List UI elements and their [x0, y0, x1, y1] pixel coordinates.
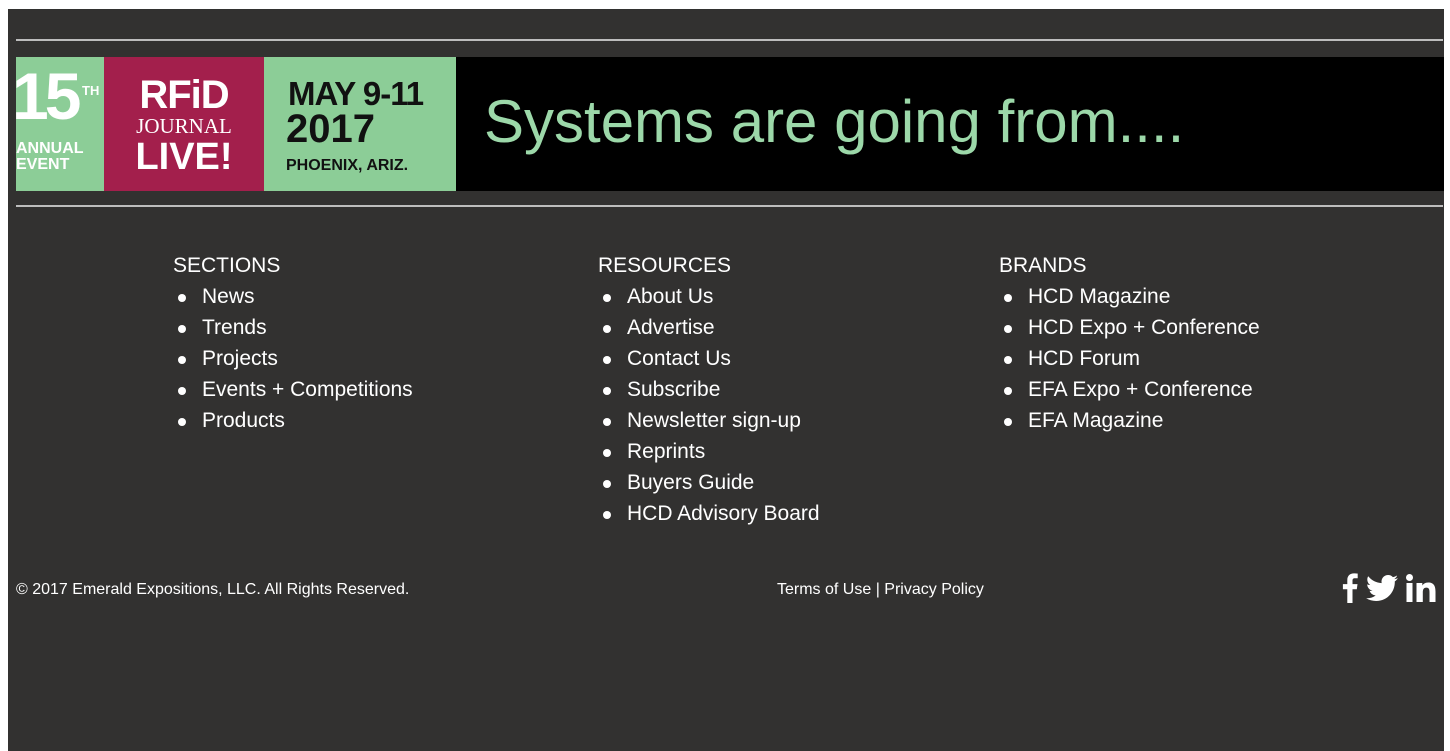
sections-link-projects[interactable]: Projects: [202, 347, 278, 370]
resources-column: RESOURCES About Us Advertise Contact Us …: [598, 249, 820, 529]
resources-link-about[interactable]: About Us: [627, 285, 713, 308]
brands-column: BRANDS HCD Magazine HCD Expo + Conferenc…: [999, 249, 1260, 436]
resources-list: About Us Advertise Contact Us Subscribe …: [598, 281, 820, 529]
banner-brand-bottom: LIVE!: [135, 136, 233, 178]
brands-list: HCD Magazine HCD Expo + Conference HCD F…: [999, 281, 1260, 436]
sections-column: SECTIONS News Trends Projects Events + C…: [173, 249, 413, 436]
bullet-icon: [603, 325, 611, 333]
bullet-icon: [178, 325, 186, 333]
bullet-icon: [1004, 294, 1012, 302]
bullet-icon: [603, 418, 611, 426]
list-item: HCD Forum: [999, 343, 1260, 374]
list-item: About Us: [598, 281, 820, 312]
list-item: Events + Competitions: [173, 374, 413, 405]
banner-number-suffix: TH: [82, 83, 100, 98]
bullet-icon: [178, 418, 186, 426]
banner-date-block: MAY 9-11 2017 PHOENIX, ARIZ.: [264, 57, 456, 191]
bullet-icon: [1004, 356, 1012, 364]
brands-link-efa-magazine[interactable]: EFA Magazine: [1028, 409, 1163, 432]
sections-list: News Trends Projects Events + Competitio…: [173, 281, 413, 436]
list-item: Trends: [173, 312, 413, 343]
resources-link-advisory-board[interactable]: HCD Advisory Board: [627, 502, 820, 525]
divider-top: [16, 39, 1443, 41]
social-links: [1342, 570, 1436, 606]
list-item: Buyers Guide: [598, 467, 820, 498]
banner-brand-top: RFiD: [139, 73, 229, 117]
list-item: Reprints: [598, 436, 820, 467]
site-footer: 15 TH ANNUAL EVENT RFiD JOURNAL LIVE! MA…: [8, 9, 1444, 751]
bullet-icon: [603, 511, 611, 519]
resources-link-reprints[interactable]: Reprints: [627, 440, 705, 463]
list-item: HCD Magazine: [999, 281, 1260, 312]
list-item: Advertise: [598, 312, 820, 343]
list-item: Contact Us: [598, 343, 820, 374]
bullet-icon: [1004, 325, 1012, 333]
legal-separator: |: [871, 581, 885, 598]
copyright-text: © 2017 Emerald Expositions, LLC. All Rig…: [16, 581, 410, 598]
banner-event: EVENT: [16, 156, 70, 173]
twitter-icon-glyph: [1366, 575, 1398, 601]
sections-link-news[interactable]: News: [202, 285, 255, 308]
resources-link-advertise[interactable]: Advertise: [627, 316, 715, 339]
linkedin-icon[interactable]: [1406, 570, 1436, 606]
bullet-icon: [603, 294, 611, 302]
brands-link-efa-expo[interactable]: EFA Expo + Conference: [1028, 378, 1253, 401]
brands-heading: BRANDS: [999, 254, 1087, 277]
list-item: HCD Expo + Conference: [999, 312, 1260, 343]
list-item: HCD Advisory Board: [598, 498, 820, 529]
list-item: Subscribe: [598, 374, 820, 405]
sections-link-products[interactable]: Products: [202, 409, 285, 432]
bullet-icon: [603, 356, 611, 364]
banner-city: PHOENIX, ARIZ.: [286, 157, 409, 174]
banner-anniversary-block: 15 TH ANNUAL EVENT: [16, 57, 104, 191]
sections-link-events[interactable]: Events + Competitions: [202, 378, 413, 401]
resources-heading: RESOURCES: [598, 254, 732, 277]
banner-logo-block: RFiD JOURNAL LIVE!: [104, 57, 264, 191]
bullet-icon: [1004, 387, 1012, 395]
resources-link-buyers-guide[interactable]: Buyers Guide: [627, 471, 754, 494]
bullet-icon: [178, 356, 186, 364]
list-item: News: [173, 281, 413, 312]
twitter-icon[interactable]: [1366, 570, 1398, 606]
bullet-icon: [178, 294, 186, 302]
banner-brand-mid: JOURNAL: [136, 114, 232, 138]
privacy-policy-link[interactable]: Privacy Policy: [884, 581, 984, 598]
list-item: Projects: [173, 343, 413, 374]
list-item: Newsletter sign-up: [598, 405, 820, 436]
terms-of-use-link[interactable]: Terms of Use: [777, 581, 871, 598]
linkedin-icon-glyph: [1406, 574, 1436, 602]
facebook-icon-glyph: [1342, 573, 1358, 603]
facebook-icon[interactable]: [1342, 570, 1358, 606]
bullet-icon: [178, 387, 186, 395]
bullet-icon: [1004, 418, 1012, 426]
bullet-icon: [603, 449, 611, 457]
bullet-icon: [603, 480, 611, 488]
list-item: Products: [173, 405, 413, 436]
brands-link-hcd-expo[interactable]: HCD Expo + Conference: [1028, 316, 1260, 339]
brands-link-hcd-forum[interactable]: HCD Forum: [1028, 347, 1140, 370]
divider-bottom: [16, 205, 1443, 207]
brands-link-hcd-magazine[interactable]: HCD Magazine: [1028, 285, 1170, 308]
resources-link-subscribe[interactable]: Subscribe: [627, 378, 720, 401]
list-item: EFA Magazine: [999, 405, 1260, 436]
banner-number: 15: [16, 59, 81, 133]
banner-year: 2017: [286, 107, 375, 151]
banner-tagline: Systems are going from....: [484, 88, 1185, 155]
sections-link-trends[interactable]: Trends: [202, 316, 267, 339]
ad-banner[interactable]: 15 TH ANNUAL EVENT RFiD JOURNAL LIVE! MA…: [16, 57, 1444, 191]
list-item: EFA Expo + Conference: [999, 374, 1260, 405]
resources-link-newsletter[interactable]: Newsletter sign-up: [627, 409, 801, 432]
legal-links: Terms of Use | Privacy Policy: [777, 580, 984, 600]
bullet-icon: [603, 387, 611, 395]
banner-date: MAY 9-11: [288, 75, 424, 112]
banner-annual: ANNUAL: [16, 140, 84, 157]
sections-heading: SECTIONS: [173, 254, 281, 277]
resources-link-contact[interactable]: Contact Us: [627, 347, 731, 370]
